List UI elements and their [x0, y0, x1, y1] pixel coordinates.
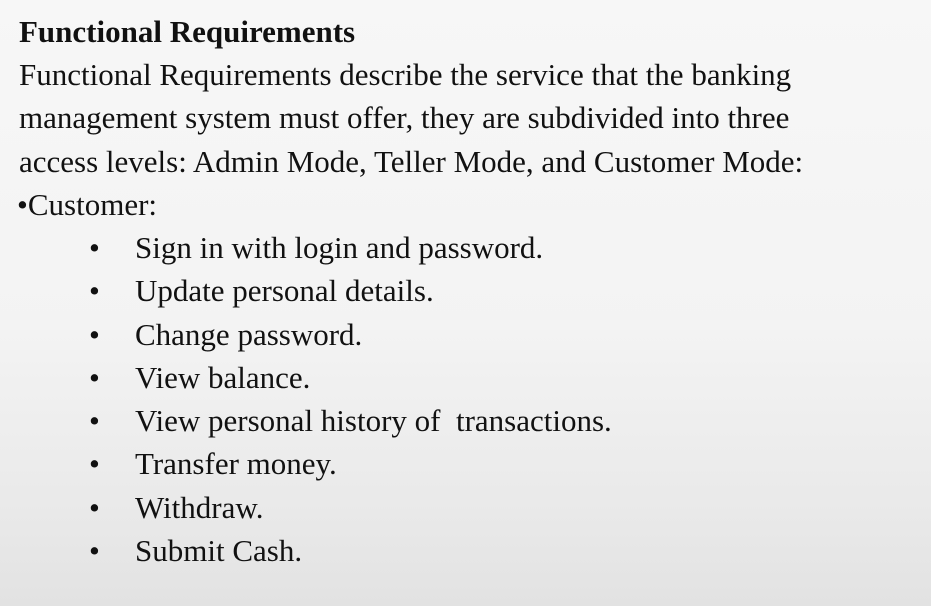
bullet-icon: • [89, 316, 100, 352]
bullet-icon: • [89, 359, 100, 395]
paragraph-line: access levels: Admin Mode, Teller Mode, … [19, 143, 804, 179]
list-item-text: Submit Cash. [135, 533, 303, 569]
paragraph-line: management system must offer, they are s… [19, 100, 790, 136]
slide: Functional Requirements Functional Requi… [0, 0, 931, 606]
list-item-text: View personal history of transactions. [135, 403, 612, 439]
list-item-text: Transfer money. [135, 446, 337, 482]
list-item-text: Update personal details. [135, 273, 434, 309]
list-item-text: Withdraw. [135, 489, 264, 525]
list-item-text: Sign in with login and password. [135, 230, 544, 265]
list-item-text: View balance. [135, 359, 311, 395]
bullet-icon: • [89, 273, 100, 309]
paragraph-line: Functional Requirements describe the ser… [19, 57, 792, 92]
bullet-icon: • [89, 446, 100, 482]
section-label-customer: •Customer: [17, 187, 158, 222]
slide-title: Functional Requirements [19, 14, 356, 49]
bullet-icon: • [89, 489, 100, 525]
description-paragraph: Functional Requirements describe the ser… [19, 53, 924, 183]
bullet-icon: • [89, 533, 100, 569]
list-item-text: Change password. [135, 316, 363, 352]
bullet-icon: • [89, 230, 100, 265]
bullet-icon: • [89, 403, 100, 439]
